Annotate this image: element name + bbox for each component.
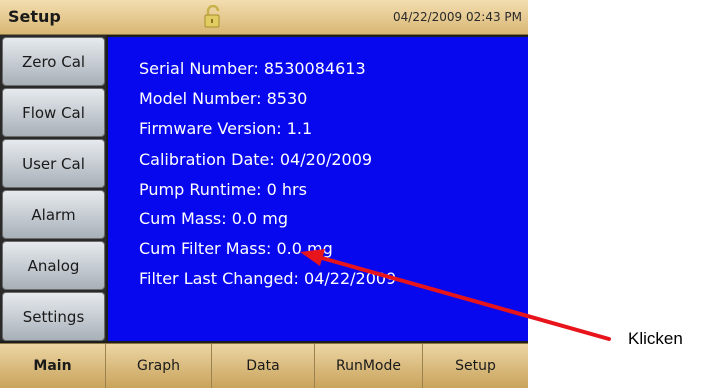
zero-cal-button[interactable]: Zero Cal	[2, 37, 105, 86]
user-cal-button[interactable]: User Cal	[2, 139, 105, 188]
model-number: Model Number: 8530	[139, 89, 308, 108]
device-screen: Setup 04/22/2009 02:43 PM Zero Cal Flow …	[0, 0, 528, 388]
settings-button[interactable]: Settings	[2, 292, 105, 341]
calibration-date: Calibration Date: 04/20/2009	[139, 150, 373, 169]
annotation-label: Klicken	[628, 329, 683, 348]
sidebar: Zero Cal Flow Cal User Cal Alarm Analog …	[0, 35, 106, 341]
title-bar: Setup 04/22/2009 02:43 PM	[0, 0, 528, 35]
tab-data[interactable]: Data	[212, 344, 315, 388]
cum-mass: Cum Mass: 0.0 mg	[139, 209, 289, 228]
analog-button[interactable]: Analog	[2, 241, 105, 290]
bottom-tab-bar: Main Graph Data RunMode Setup	[0, 343, 528, 388]
tab-graph[interactable]: Graph	[106, 344, 212, 388]
device-info-panel: Serial Number: 8530084613 Model Number: …	[108, 37, 528, 341]
date-time: 04/22/2009 02:43 PM	[393, 10, 522, 24]
pump-runtime: Pump Runtime: 0 hrs	[139, 180, 307, 199]
tab-runmode[interactable]: RunMode	[315, 344, 423, 388]
tab-main[interactable]: Main	[0, 344, 106, 388]
screen-title: Setup	[8, 7, 61, 26]
alarm-button[interactable]: Alarm	[2, 190, 105, 239]
filter-last-changed: Filter Last Changed: 04/22/2009	[139, 269, 397, 288]
serial-number: Serial Number: 8530084613	[139, 59, 366, 78]
cum-filter-mass[interactable]: Cum Filter Mass: 0.0 mg	[139, 239, 333, 258]
firmware-version: Firmware Version: 1.1	[139, 119, 313, 138]
padlock-open-icon	[204, 5, 220, 28]
tab-setup[interactable]: Setup	[423, 344, 528, 388]
flow-cal-button[interactable]: Flow Cal	[2, 88, 105, 137]
